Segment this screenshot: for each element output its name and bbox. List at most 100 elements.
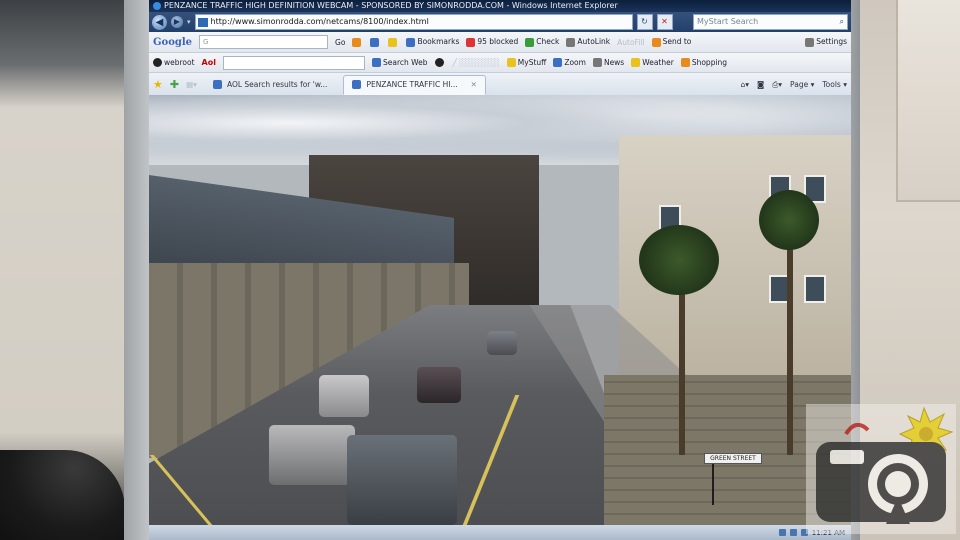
car-suv xyxy=(347,435,457,525)
news-icon xyxy=(592,58,602,68)
google-logo: Google xyxy=(153,36,193,48)
send-to-label: Send to xyxy=(662,37,692,47)
autolink-icon xyxy=(566,37,576,47)
monitor-screen: PENZANCE TRAFFIC HIGH DEFINITION WEBCAM … xyxy=(149,0,851,540)
car-parked xyxy=(319,375,369,417)
car-parked xyxy=(417,367,461,403)
quick-tabs-icon[interactable]: ▦▾ xyxy=(186,80,197,89)
google-icon-3[interactable] xyxy=(388,37,398,47)
webroot-icon xyxy=(153,58,162,68)
google-search-input[interactable]: G xyxy=(199,35,329,49)
mystuff-button[interactable]: MyStuff xyxy=(506,57,547,68)
feeds-icon[interactable]: ◙ xyxy=(757,80,764,90)
autolink-button[interactable]: AutoLink xyxy=(566,37,610,47)
tab-aol-search[interactable]: AOL Search results for 'w... xyxy=(204,75,336,95)
news-label: News xyxy=(603,57,625,67)
tray-icon-volume[interactable] xyxy=(789,529,797,536)
street-name-sign: GREEN STREET xyxy=(704,453,762,464)
google-toolbar: Google G Go Bookmarks 95 blocked Check A… xyxy=(149,32,851,53)
camera-logo-icon xyxy=(806,404,956,534)
aol-toolbar: webroot Aol Search Web ╱ ░░░░░░░ MyStuff… xyxy=(149,53,851,73)
shopping-icon xyxy=(680,58,690,68)
search-icon[interactable]: ⌕ xyxy=(840,15,847,29)
add-favorites-icon[interactable]: ✚ xyxy=(170,78,179,91)
google-go-label: Go xyxy=(335,37,346,47)
mystuff-icon xyxy=(506,58,516,68)
tab-bar: ★ ✚ ▦▾ AOL Search results for 'w... PENZ… xyxy=(149,73,851,97)
url-field[interactable]: http://www.simonrodda.com/netcams/8100/i… xyxy=(194,14,633,30)
bookmarks-label: Bookmarks xyxy=(417,37,460,47)
stop-button[interactable]: ✕ xyxy=(656,14,673,30)
tab-label: AOL Search results for 'w... xyxy=(226,79,328,89)
webcam-image: GREEN STREET xyxy=(149,95,851,525)
tools-menu[interactable]: Tools ▾ xyxy=(822,80,847,90)
history-dropdown-icon[interactable]: ▾ xyxy=(187,18,191,26)
tab-label: PENZANCE TRAFFIC HI... xyxy=(366,79,458,89)
ie-icon xyxy=(153,1,161,10)
search-web-label: Search Web xyxy=(382,57,428,67)
tray-icon-network[interactable] xyxy=(778,529,786,536)
home-icon[interactable]: ⌂▾ xyxy=(740,80,749,90)
palm-trunk xyxy=(787,225,793,455)
search-input[interactable]: MyStart Search ⌕ xyxy=(693,14,848,30)
forward-button[interactable]: ▶ xyxy=(171,16,183,28)
print-icon[interactable]: ⎙▾ xyxy=(772,80,782,90)
bookmarks-button[interactable]: Bookmarks xyxy=(406,37,459,47)
window xyxy=(804,275,826,303)
window-title: PENZANCE TRAFFIC HIGH DEFINITION WEBCAM … xyxy=(164,1,618,10)
url-text: http://www.simonrodda.com/netcams/8100/i… xyxy=(210,17,429,26)
google-icon-2[interactable] xyxy=(370,37,380,47)
page-favicon-icon xyxy=(197,17,208,27)
wall-shelf xyxy=(896,0,960,202)
mystuff-label: MyStuff xyxy=(517,57,547,67)
zoom-button[interactable]: Zoom xyxy=(553,58,586,68)
autolink-label: AutoLink xyxy=(577,37,611,47)
car-distant xyxy=(487,331,517,355)
close-tab-icon[interactable]: ✕ xyxy=(471,76,477,94)
command-bar: ⌂▾ ◙ ⎙▾ Page ▾ Tools ▾ xyxy=(740,80,847,90)
search-web-icon xyxy=(371,58,381,68)
zoom-icon xyxy=(553,58,563,68)
autofill-button[interactable]: AutoFill xyxy=(617,38,644,47)
aim-icon[interactable] xyxy=(434,58,444,67)
shopping-label: Shopping xyxy=(691,57,728,67)
palm-fronds xyxy=(759,190,819,250)
weather-label: Weather xyxy=(642,57,674,67)
address-bar: ◀ ▶ ▾ http://www.simonrodda.com/netcams/… xyxy=(149,12,851,32)
window-titlebar: PENZANCE TRAFFIC HIGH DEFINITION WEBCAM … xyxy=(149,0,851,12)
news-button[interactable]: News xyxy=(592,57,625,68)
page-menu-label: Page xyxy=(790,79,809,89)
page-menu[interactable]: Page ▾ xyxy=(790,80,814,90)
star-icon xyxy=(406,37,416,47)
aol-logo[interactable]: Aol xyxy=(202,58,216,67)
settings-label: Settings xyxy=(816,37,847,47)
tab-penzance-traffic[interactable]: PENZANCE TRAFFIC HI... ✕ xyxy=(343,74,486,95)
autofill-label: AutoFill xyxy=(617,37,645,47)
webroot-label: webroot xyxy=(164,57,195,67)
back-button[interactable]: ◀ xyxy=(152,14,167,30)
disabled-toolbar-item: ╱ ░░░░░░░ xyxy=(452,58,500,67)
page-tab-icon xyxy=(352,80,362,89)
blocker-icon xyxy=(466,37,476,47)
shopping-button[interactable]: Shopping xyxy=(680,57,728,68)
taskbar: 11:21 AM xyxy=(149,525,851,540)
google-search-prefix: G xyxy=(203,38,209,46)
google-go-button[interactable]: Go xyxy=(335,38,345,47)
aol-tab-icon xyxy=(212,80,222,89)
google-icon-1[interactable] xyxy=(352,37,362,47)
settings-button[interactable]: Settings xyxy=(805,37,847,47)
check-icon xyxy=(525,37,535,47)
search-placeholder: MyStart Search xyxy=(697,17,759,26)
refresh-button[interactable]: ↻ xyxy=(636,14,653,30)
check-button[interactable]: Check xyxy=(525,37,559,47)
webroot-button[interactable]: webroot xyxy=(153,58,195,68)
weather-icon xyxy=(631,58,641,68)
aol-search-input[interactable] xyxy=(222,55,365,70)
send-to-button[interactable]: Send to xyxy=(651,37,692,47)
zoom-label: Zoom xyxy=(564,57,586,67)
search-web-button[interactable]: Search Web xyxy=(371,57,428,68)
send-icon xyxy=(651,37,661,47)
popup-blocker-button[interactable]: 95 blocked xyxy=(466,37,518,47)
weather-button[interactable]: Weather xyxy=(631,58,674,68)
favorites-star-icon[interactable]: ★ xyxy=(153,78,163,91)
